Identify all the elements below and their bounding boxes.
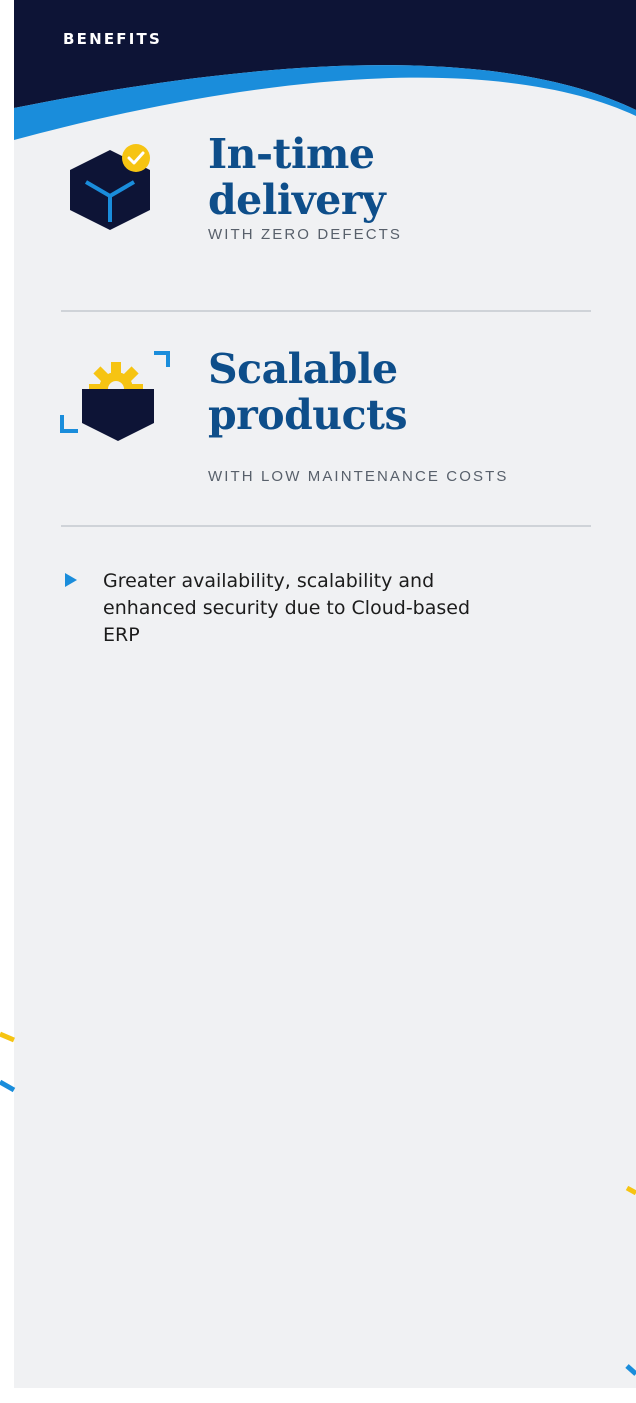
header-banner: [14, 0, 636, 140]
gear-box-icon: [60, 351, 170, 441]
benefit-subtitle: WITH ZERO DEFECTS: [208, 226, 403, 243]
list-item: Greater availability, scalability and en…: [61, 568, 581, 649]
bullet-text: Greater availability, scalability and en…: [103, 570, 471, 646]
bullet-list: Greater availability, scalability and en…: [61, 568, 581, 649]
benefit-title-line-1: Scalable: [208, 345, 398, 393]
benefit-title-line-1: In-time: [208, 130, 375, 178]
section-label: BENEFITS: [63, 30, 162, 48]
divider: [61, 310, 591, 312]
box-check-icon: [70, 144, 150, 230]
benefit-title-line-2: delivery: [208, 176, 386, 224]
bullet-arrow-icon: [65, 573, 77, 587]
benefit-title-line-2: products: [208, 391, 408, 439]
benefit-title: Scalable products: [208, 345, 408, 439]
benefit-title: In-time delivery: [208, 130, 386, 224]
divider: [61, 525, 591, 527]
benefit-subtitle: WITH LOW MAINTENANCE COSTS: [208, 468, 509, 485]
benefits-panel: BENEFITS In-time delivery WITH ZERO DEFE…: [14, 0, 636, 1388]
